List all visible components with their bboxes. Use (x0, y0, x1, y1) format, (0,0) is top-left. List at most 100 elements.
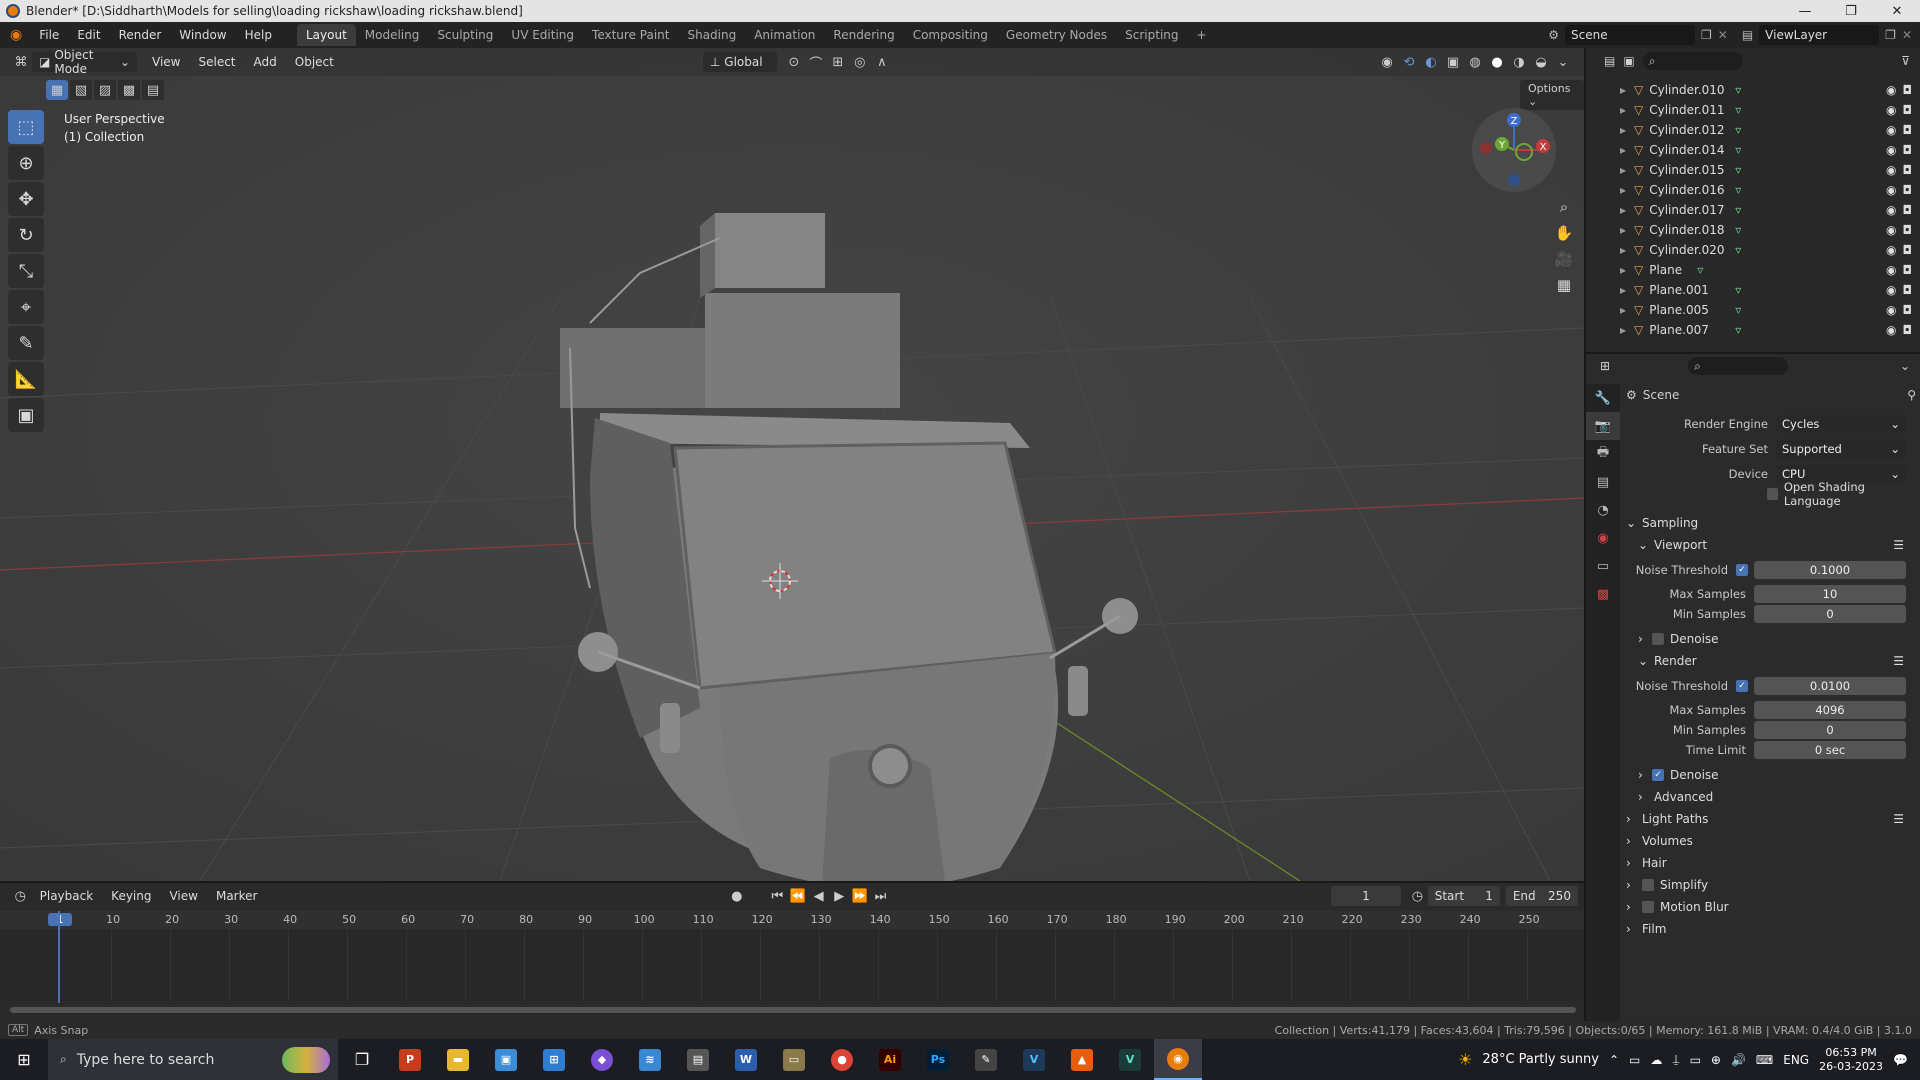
file-explorer-icon[interactable]: ▬ (434, 1039, 482, 1080)
timeline-editor-icon[interactable]: ◷ (10, 886, 31, 906)
expand-arrow-icon[interactable]: ▸ (1586, 183, 1634, 197)
mesh-data-icon[interactable]: ▿ (1735, 183, 1741, 197)
select-invert-icon[interactable]: ▩ (118, 80, 140, 100)
sampling-section[interactable]: ⌄ Sampling (1626, 512, 1916, 534)
eye-icon[interactable]: ◉ (1886, 123, 1896, 137)
overlay-toggle-icon[interactable]: ◐ (1420, 52, 1442, 72)
select-extend-icon[interactable]: ▧ (70, 80, 92, 100)
media-app-icon[interactable]: ▤ (674, 1039, 722, 1080)
jump-end-icon[interactable]: ⏭ (870, 886, 891, 906)
tool-tab-icon[interactable]: 🔧 (1586, 384, 1620, 412)
osl-checkbox[interactable] (1766, 488, 1778, 500)
tab-geometry-nodes[interactable]: Geometry Nodes (997, 24, 1116, 46)
render-engine-dropdown[interactable]: Cycles ⌄ (1776, 415, 1906, 433)
new-view-layer-icon[interactable]: ❐ (1885, 28, 1896, 42)
solid-shading-icon[interactable]: ● (1486, 52, 1508, 72)
eye-icon[interactable]: ◉ (1886, 243, 1896, 257)
add-cube-tool[interactable]: ▣ (8, 398, 44, 432)
advanced-subsection[interactable]: › Advanced (1626, 786, 1916, 808)
visibility-icon[interactable]: ◉ (1376, 52, 1398, 72)
tab-uv-editing[interactable]: UV Editing (502, 24, 583, 46)
motion-blur-checkbox[interactable] (1642, 901, 1654, 913)
transform-tool[interactable]: ⌖ (8, 290, 44, 324)
texture-tab-icon[interactable]: ▩ (1586, 580, 1620, 608)
eye-icon[interactable]: ◉ (1886, 163, 1896, 177)
tab-texture-paint[interactable]: Texture Paint (583, 24, 678, 46)
eye-icon[interactable]: ◉ (1886, 143, 1896, 157)
properties-options-icon[interactable]: ⌄ (1900, 359, 1910, 373)
display-mode-icon[interactable]: ▣ (1623, 54, 1634, 68)
presets-icon[interactable]: ☰ (1893, 812, 1904, 826)
mesh-data-icon[interactable]: ▿ (1735, 143, 1741, 157)
menu-help[interactable]: Help (236, 28, 281, 42)
windows-start-icon[interactable]: ⊞ (0, 1039, 48, 1080)
tab-modeling[interactable]: Modeling (356, 24, 429, 46)
outliner-item[interactable]: ▸ ▽ Cylinder.016 ▿ ◉ ◘ (1586, 180, 1920, 200)
delete-scene-icon[interactable]: ✕ (1718, 28, 1728, 42)
navigation-gizmo[interactable]: Z X Y (1472, 108, 1556, 192)
tab-compositing[interactable]: Compositing (904, 24, 997, 46)
ortho-grid-icon[interactable]: ▦ (1550, 272, 1578, 298)
vp-max-field[interactable]: 10 (1754, 585, 1906, 603)
tool-app-icon[interactable]: ▭ (770, 1039, 818, 1080)
vp-noise-field[interactable]: 0.1000 (1754, 561, 1906, 579)
maximize-button[interactable]: ❐ (1828, 4, 1874, 19)
control-panel-icon[interactable]: ▣ (482, 1039, 530, 1080)
clock[interactable]: 06:53 PM 26-03-2023 (1819, 1046, 1883, 1074)
expand-arrow-icon[interactable]: ▸ (1586, 243, 1634, 257)
view-layer-selector[interactable]: ViewLayer (1759, 25, 1880, 45)
weather-text[interactable]: 28°C Partly sunny (1482, 1052, 1599, 1067)
outliner-item[interactable]: ▸ ▽ Plane ▿ ◉ ◘ (1586, 260, 1920, 280)
menu-select[interactable]: Select (189, 55, 244, 69)
camera-icon[interactable]: ◘ (1903, 223, 1913, 237)
3d-viewport[interactable]: ⌘ ◪ Object Mode ⌄ View Select Add Object ⊥… (0, 48, 1584, 881)
tab-rendering[interactable]: Rendering (824, 24, 903, 46)
expand-arrow-icon[interactable]: ▸ (1586, 103, 1634, 117)
eye-icon[interactable]: ◉ (1886, 263, 1896, 277)
expand-arrow-icon[interactable]: ▸ (1586, 223, 1634, 237)
viewport-subsection[interactable]: ⌄ Viewport ☰ (1626, 534, 1916, 556)
outliner-item[interactable]: ▸ ▽ Plane.007 ▿ ◉ ◘ (1586, 320, 1920, 340)
copilot-icon[interactable]: ◆ (578, 1039, 626, 1080)
hair-section[interactable]: › Hair (1626, 852, 1916, 874)
gizmo-toggle-icon[interactable]: ⟲ (1398, 52, 1420, 72)
prev-keyframe-icon[interactable]: ⏪ (788, 886, 809, 906)
outliner-item[interactable]: ▸ ▽ Cylinder.017 ▿ ◉ ◘ (1586, 200, 1920, 220)
outliner-search-input[interactable]: ⌕ (1642, 52, 1743, 70)
camera-icon[interactable]: ◘ (1903, 283, 1913, 297)
r-noise-field[interactable]: 0.0100 (1754, 677, 1906, 695)
rendered-shading-icon[interactable]: ◒ (1530, 52, 1552, 72)
end-frame-field[interactable]: End 250 (1505, 886, 1578, 906)
close-button[interactable]: ✕ (1874, 4, 1920, 19)
chrome-icon[interactable]: ● (818, 1039, 866, 1080)
expand-arrow-icon[interactable]: ▸ (1586, 303, 1634, 317)
chevron-up-icon[interactable]: ⌃ (1609, 1053, 1619, 1067)
playhead[interactable] (58, 911, 60, 1003)
mesh-data-icon[interactable]: ▿ (1735, 163, 1741, 177)
play-icon[interactable]: ▶ (829, 886, 850, 906)
feature-set-dropdown[interactable]: Supported ⌄ (1776, 440, 1906, 458)
camera-icon[interactable]: ◘ (1903, 103, 1913, 117)
menu-file[interactable]: File (30, 28, 68, 42)
powerpoint-icon[interactable]: P (386, 1039, 434, 1080)
battery-icon[interactable]: ▭ (1690, 1053, 1701, 1067)
expand-arrow-icon[interactable]: ▸ (1586, 83, 1634, 97)
vp-denoise-subsection[interactable]: › Denoise (1626, 628, 1916, 650)
menu-render[interactable]: Render (110, 28, 171, 42)
app-pen-icon[interactable]: ✎ (962, 1039, 1010, 1080)
tab-scripting[interactable]: Scripting (1116, 24, 1187, 46)
camera-icon[interactable]: ◘ (1903, 303, 1913, 317)
taskbar-search-box[interactable]: ⌕ Type here to search (48, 1039, 338, 1080)
expand-arrow-icon[interactable]: ▸ (1586, 283, 1634, 297)
eye-icon[interactable]: ◉ (1886, 223, 1896, 237)
camera-icon[interactable]: ◘ (1903, 263, 1913, 277)
photoshop-icon[interactable]: Ps (914, 1039, 962, 1080)
expand-arrow-icon[interactable]: ▸ (1586, 203, 1634, 217)
simplify-section[interactable]: › Simplify (1626, 874, 1916, 896)
filter-icon[interactable]: ⊽ (1901, 54, 1910, 68)
r-noise-checkbox[interactable]: ✓ (1736, 680, 1748, 692)
new-scene-icon[interactable]: ❐ (1701, 28, 1712, 42)
annotate-tool[interactable]: ✎ (8, 326, 44, 360)
tab-sculpting[interactable]: Sculpting (428, 24, 502, 46)
editor-type-icon[interactable]: ⌘ (10, 52, 32, 72)
